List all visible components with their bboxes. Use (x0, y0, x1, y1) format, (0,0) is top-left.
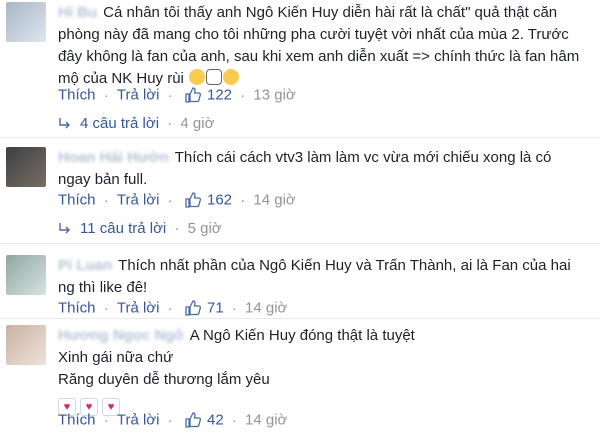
comment-text-line: Cá nhân tôi thấy anh Ngô Kiến Huy diễn h… (103, 4, 558, 21)
comment-text-line: A Ngô Kiến Huy đóng thật là tuyệt (189, 327, 415, 344)
reply-link[interactable]: Trả lời (117, 192, 160, 209)
separator-dot: · (103, 86, 109, 104)
avatar[interactable] (6, 325, 46, 365)
like-link[interactable]: Thích (58, 412, 96, 429)
like-link[interactable]: Thích (58, 192, 96, 209)
comment-author[interactable]: Hi Bu (58, 4, 97, 21)
comment-body: Pi Luan Thích nhất phần của Ngô Kiến Huy … (58, 255, 593, 299)
comment-text-line: mộ của NK Huy rùi (58, 70, 184, 87)
divider (0, 318, 600, 319)
avatar[interactable] (6, 147, 46, 187)
timestamp[interactable]: 14 giờ (245, 300, 287, 317)
comment-author[interactable]: Hương Ngọc Ngô (58, 327, 184, 344)
timestamp[interactable]: 14 giờ (245, 412, 287, 429)
separator-dot: · (240, 191, 246, 209)
wrapped-face-emoji-icon (206, 69, 223, 85)
smile-emoji-icon (189, 69, 206, 85)
comment-body: Hương Ngọc Ngô A Ngô Kiến Huy đóng thật l… (58, 325, 593, 417)
divider (0, 243, 600, 244)
separator-dot: · (231, 299, 237, 317)
comment-feed: Hi Bu Cá nhân tôi thấy anh Ngô Kiến Huy d… (0, 0, 600, 440)
separator-dot: · (167, 115, 173, 132)
separator-dot: · (231, 411, 237, 429)
view-replies-link[interactable]: 4 câu trả lời · 4 giờ (58, 115, 214, 132)
comment-text-line: Thích nhất phần của Ngô Kiến Huy và Trấn… (118, 257, 571, 274)
reply-link[interactable]: Trả lời (117, 412, 160, 429)
thumbs-up-icon (185, 412, 201, 428)
like-count[interactable]: 162 (207, 192, 232, 209)
timestamp[interactable]: 14 giờ (253, 192, 295, 209)
comment-actions: Thích · Trả lời · 42 · 14 giờ (58, 411, 287, 429)
comment-text-line: ng thì like đê! (58, 279, 148, 296)
comment-actions: Thích · Trả lời · 71 · 14 giờ (58, 299, 287, 317)
comment-author[interactable]: Pi Luan (58, 257, 112, 274)
comment-body: Hi Bu Cá nhân tôi thấy anh Ngô Kiến Huy d… (58, 2, 593, 90)
comment-actions: Thích · Trả lời · 122 · 13 giờ (58, 86, 296, 104)
avatar[interactable] (6, 255, 46, 295)
like-link[interactable]: Thích (58, 87, 96, 104)
comment-text-line: phòng này đã mang cho tôi những pha cười… (58, 26, 569, 43)
reply-arrow-icon (59, 118, 70, 129)
comment-text-line: Xinh gái nữa chứ (58, 349, 174, 366)
comment-text-line: đây không là fan của anh, sau khi xem an… (58, 48, 580, 65)
separator-dot: · (167, 411, 173, 429)
replies-count[interactable]: 4 câu trả lời (80, 115, 159, 132)
separator-dot: · (103, 299, 109, 317)
comment-body: Hoan Hải Hườn Thích cái cách vtv3 làm làm… (58, 147, 593, 191)
thumbs-up-icon (185, 192, 201, 208)
separator-dot: · (103, 411, 109, 429)
replies-count[interactable]: 11 câu trả lời (80, 220, 166, 237)
replies-timestamp: 4 giờ (180, 115, 215, 132)
comment-actions: Thích · Trả lời · 162 · 14 giờ (58, 191, 296, 209)
comment-text-line: ngay bản full. (58, 171, 148, 188)
separator-dot: · (240, 86, 246, 104)
timestamp[interactable]: 13 giờ (253, 87, 295, 104)
comment-text-line: Răng duyên dễ thương lắm yêu (58, 371, 270, 388)
laughing-emoji-icon (223, 69, 240, 85)
like-count[interactable]: 42 (207, 412, 224, 429)
reply-link[interactable]: Trả lời (117, 300, 160, 317)
separator-dot: · (167, 299, 173, 317)
separator-dot: · (167, 191, 173, 209)
comment-text-line: Thích cái cách vtv3 làm làm vc vừa mới c… (174, 149, 552, 166)
avatar[interactable] (6, 2, 46, 42)
separator-dot: · (174, 220, 180, 237)
separator-dot: · (167, 86, 173, 104)
like-count[interactable]: 71 (207, 300, 224, 317)
reply-link[interactable]: Trả lời (117, 87, 160, 104)
divider (0, 137, 600, 138)
replies-timestamp: 5 giờ (187, 220, 222, 237)
thumbs-up-icon (185, 300, 201, 316)
view-replies-link[interactable]: 11 câu trả lời · 5 giờ (58, 220, 222, 237)
thumbs-up-icon (185, 87, 201, 103)
separator-dot: · (103, 191, 109, 209)
comment-author[interactable]: Hoan Hải Hườn (58, 149, 169, 166)
like-link[interactable]: Thích (58, 300, 96, 317)
reply-arrow-icon (59, 223, 70, 234)
like-count[interactable]: 122 (207, 87, 232, 104)
